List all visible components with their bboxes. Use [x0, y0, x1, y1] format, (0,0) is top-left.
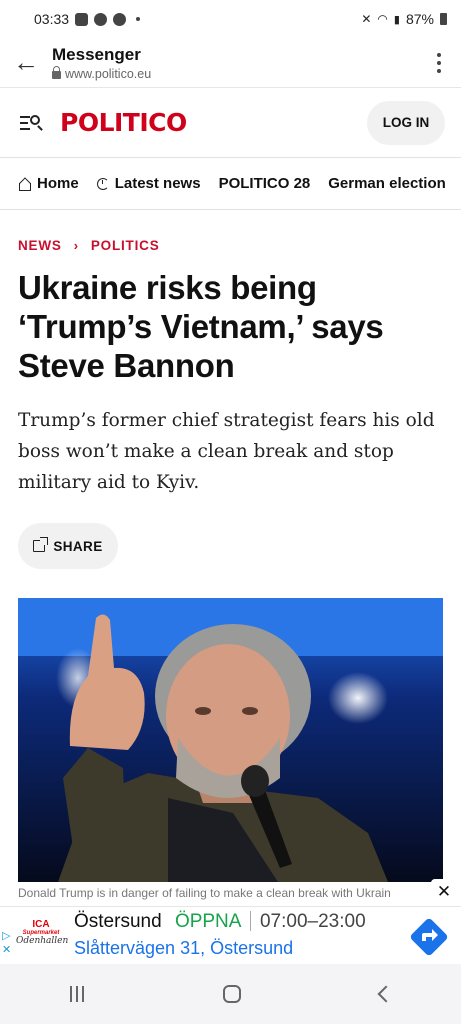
breadcrumb-politics[interactable]: POLITICS [91, 238, 160, 253]
more-options-icon[interactable] [417, 38, 461, 88]
ad-divider [249, 911, 251, 931]
gallery-notification-icon [75, 12, 89, 26]
ica-brand: ICA [32, 919, 50, 930]
clock-icon [96, 177, 109, 190]
login-button[interactable]: LOG IN [367, 100, 445, 145]
breadcrumb-news[interactable]: NEWS [18, 238, 62, 253]
ica-logo: ICA Supermarket Odenhallen [16, 919, 69, 953]
adchoices-icon[interactable]: ▷ ✕ [2, 929, 11, 957]
nav-item-label: POLITICO 28 [218, 175, 311, 192]
recents-icon[interactable] [69, 986, 84, 1002]
sticky-ad-banner[interactable]: ✕ ▷ ✕ ICA Supermarket Odenhallen Östersun… [0, 879, 461, 964]
nav-item-label: German election [328, 175, 446, 192]
chevron-right-icon: › [73, 238, 79, 253]
status-right: ✕ ◠ ▮ 87% [361, 11, 447, 27]
article-dek: Trump’s former chief strategist fears hi… [18, 410, 435, 493]
back-button-icon[interactable] [377, 985, 394, 1003]
nav-item-home[interactable]: Home [18, 175, 79, 192]
nav-item-label: Home [37, 175, 79, 192]
nav-item-german-election[interactable]: German election [328, 175, 446, 192]
system-nav-bar [0, 964, 461, 1024]
menu-search-icon[interactable] [18, 113, 44, 133]
ica-store-name: Odenhallen [16, 936, 69, 946]
ad-address[interactable]: Slåttervägen 31, Östersund [74, 938, 293, 959]
article-headline: Ukraine risks being ‘Trump’s Vietnam,’ s… [18, 269, 384, 384]
share-label: SHARE [53, 538, 103, 554]
share-icon [33, 537, 49, 552]
section-nav: Home Latest news POLITICO 28 German elec… [0, 158, 461, 210]
share-button[interactable]: SHARE [18, 523, 118, 569]
close-ad-icon[interactable]: ✕ [431, 879, 457, 905]
home-button-icon[interactable] [222, 985, 241, 1003]
ad-place: Östersund [74, 911, 162, 932]
nav-item-label: Latest news [114, 175, 201, 192]
breadcrumb: NEWS › POLITICS [18, 238, 160, 253]
browser-url: www.politico.eu [65, 66, 152, 81]
battery-level: 87% [405, 11, 434, 27]
ad-open-status: ÖPPNA [174, 911, 241, 932]
browser-url-row: www.politico.eu [52, 66, 152, 81]
image-caption: Donald Trump is in danger of failing to … [18, 886, 391, 900]
directions-icon[interactable] [409, 917, 449, 957]
in-app-browser-bar: ← Messenger www.politico.eu [0, 38, 461, 88]
signal-icon: ▮ [393, 13, 400, 26]
wifi-icon: ◠ [377, 12, 388, 26]
browser-titles: Messenger www.politico.eu [52, 45, 151, 81]
mute-icon: ✕ [361, 12, 372, 26]
status-bar: 03:33 ✕ ◠ ▮ 87% [0, 0, 461, 38]
home-icon [18, 178, 31, 191]
ad-hours: 07:00–23:00 [259, 911, 366, 932]
status-time: 03:33 [34, 11, 70, 27]
battery-icon [440, 13, 447, 25]
nav-item-latest-news[interactable]: Latest news [96, 175, 201, 192]
browser-title: Messenger [52, 44, 141, 64]
politico-logo[interactable]: POLITICO [60, 108, 187, 137]
more-notifications-icon [136, 17, 141, 21]
nav-item-politico-28[interactable]: POLITICO 28 [219, 175, 311, 192]
status-left: 03:33 [34, 11, 141, 27]
facebook-notification-icon [113, 12, 127, 26]
back-arrow-icon[interactable]: ← [0, 38, 52, 88]
lock-icon [52, 66, 61, 79]
article-hero-image [18, 598, 443, 882]
site-header: POLITICO LOG IN [0, 88, 461, 158]
telegram-notification-icon [94, 12, 108, 26]
ad-headline: Östersund ÖPPNA 07:00–23:00 [74, 911, 366, 933]
